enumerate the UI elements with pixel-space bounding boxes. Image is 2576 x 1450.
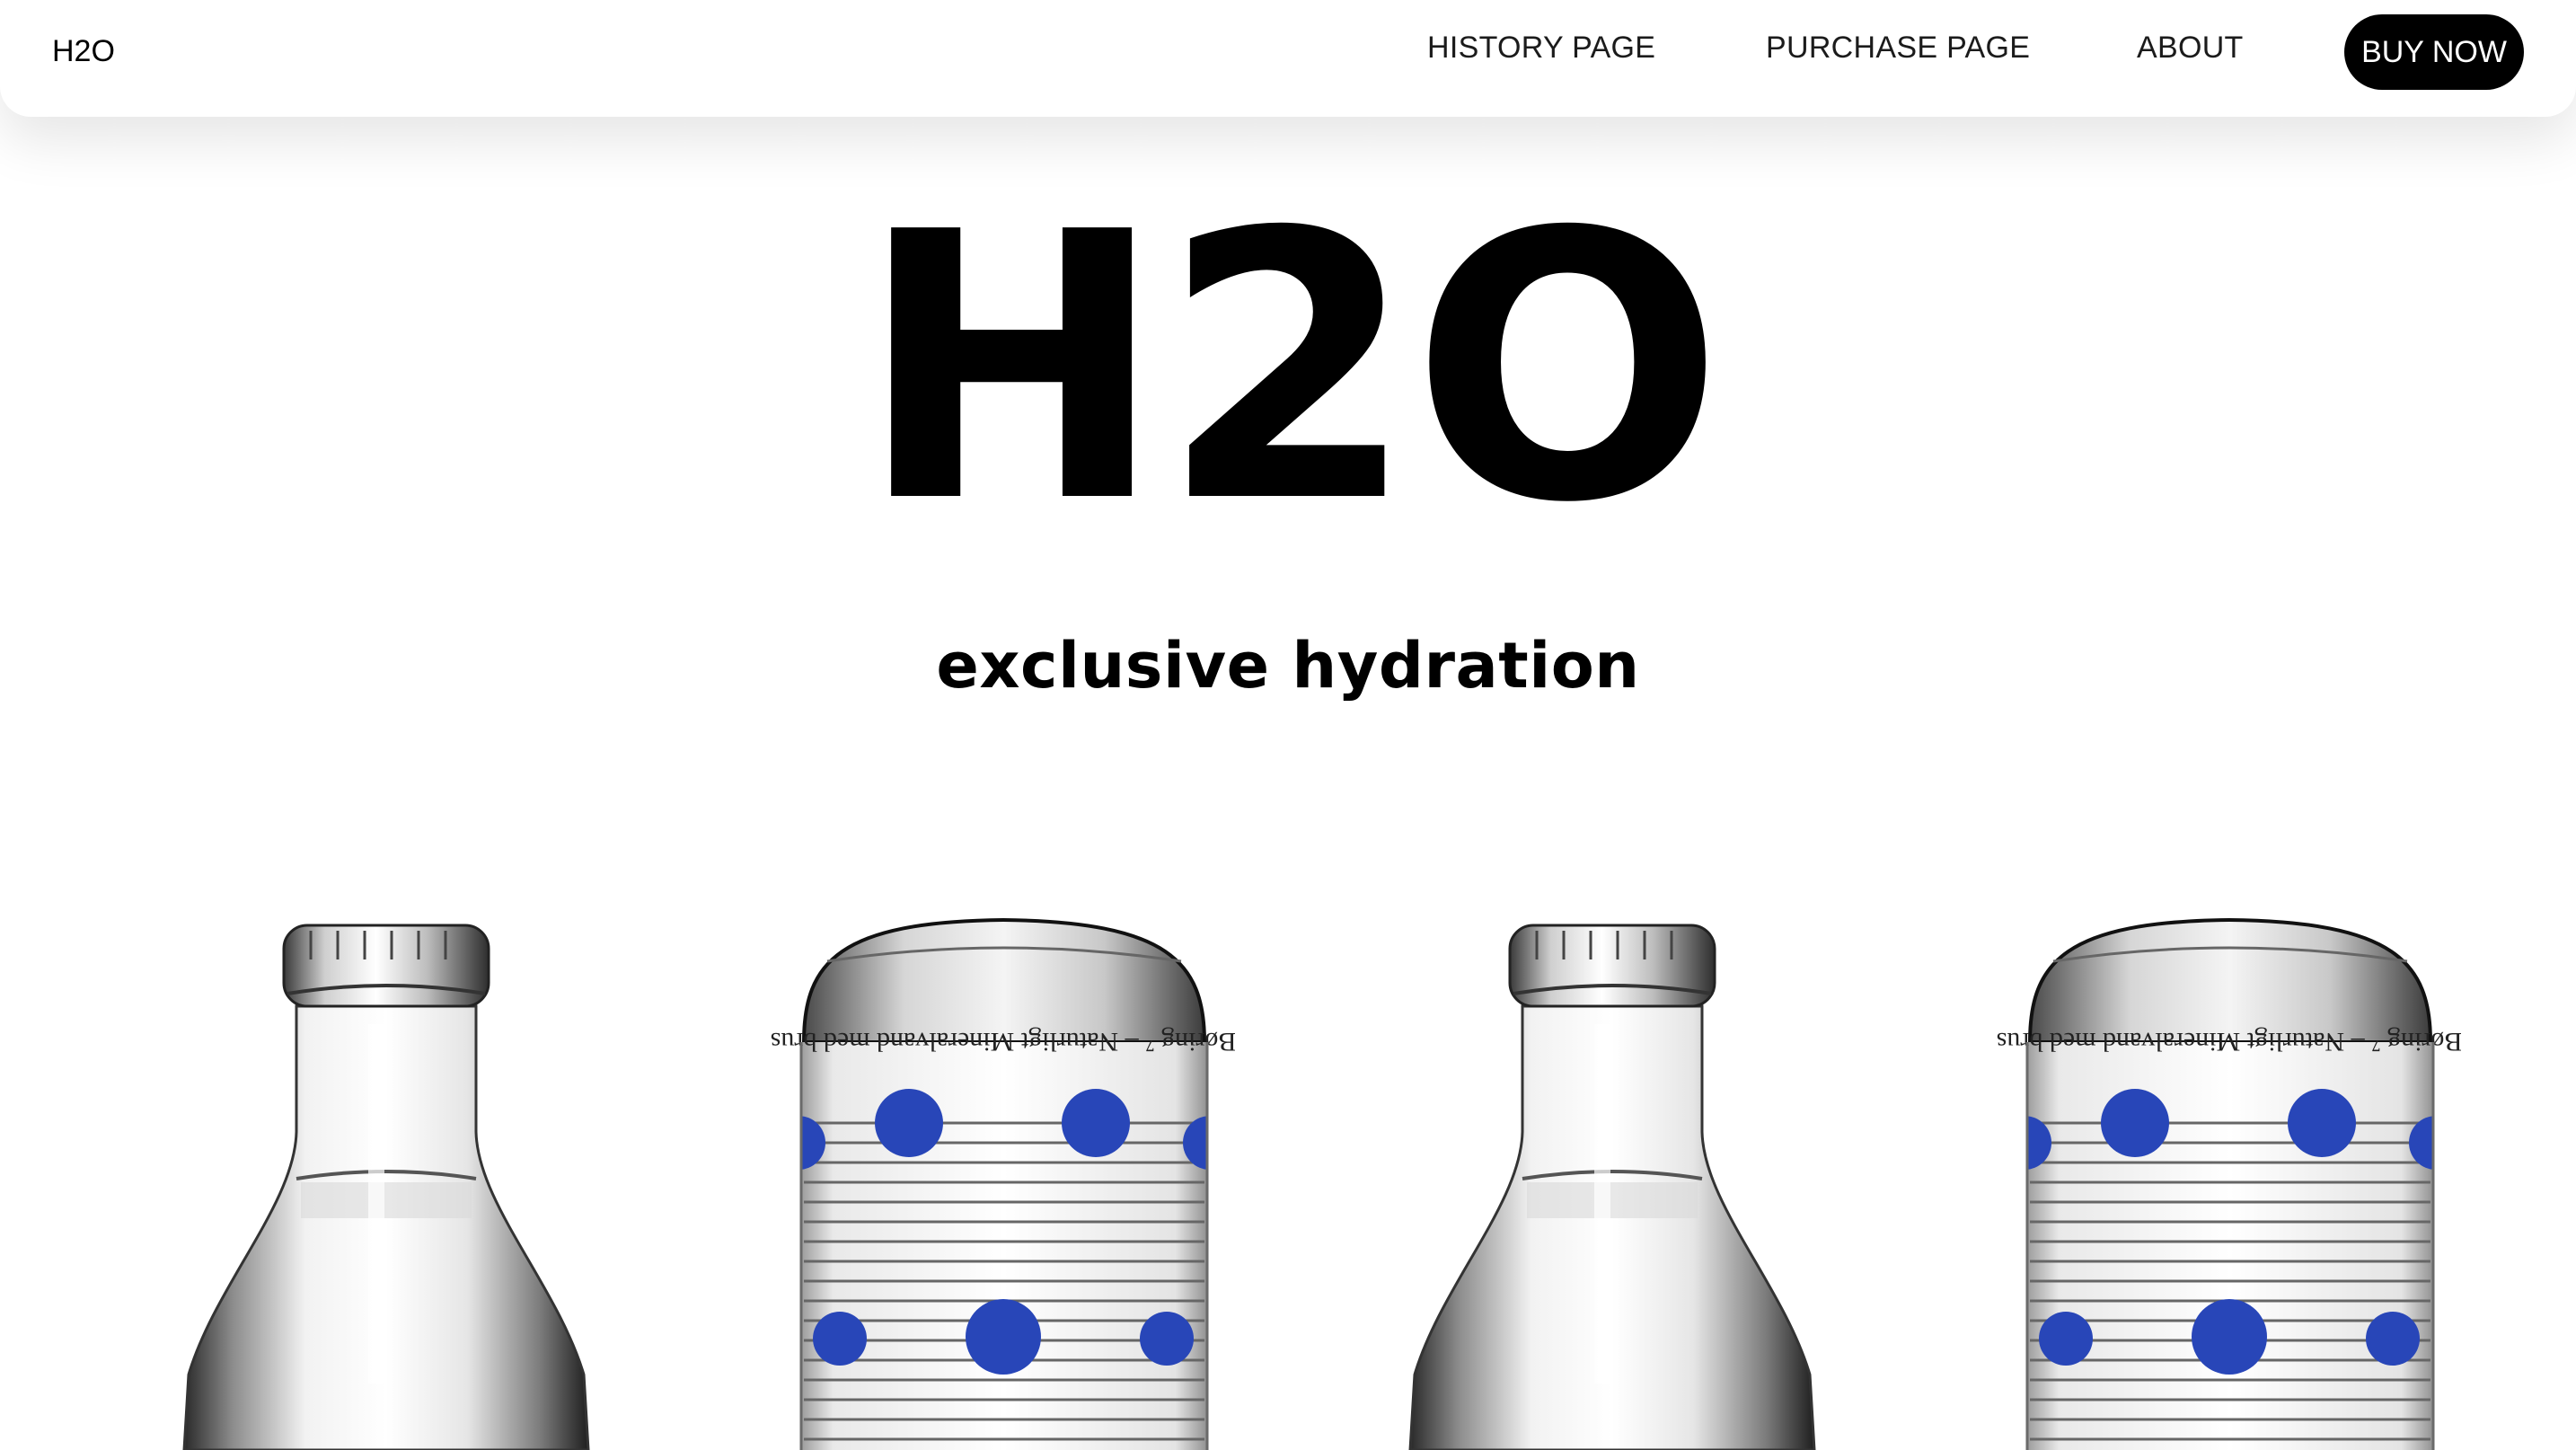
product-glass-bottle[interactable] [1379,907,1846,1450]
brand-logo-link[interactable]: H2O [52,31,115,72]
can-image: Børing ⁷ – Naturligt Mineralvand med bru… [771,917,1235,1450]
nav-link-purchase[interactable]: PURCHASE PAGE [1766,27,2030,68]
product-glass-bottle[interactable] [153,907,620,1450]
nav-link-history[interactable]: HISTORY PAGE [1427,27,1655,68]
product-can[interactable]: Børing ⁷ – Naturligt Mineralvand med bru… [768,907,1235,1450]
can-label-text: Børing ⁷ – Naturligt Mineralvand med bru… [1997,1027,2461,1057]
can-label-text: Børing ⁷ – Naturligt Mineralvand med bru… [771,1027,1235,1057]
product-can[interactable]: Børing ⁷ – Naturligt Mineralvand med bru… [1994,907,2461,1450]
landing-page: H2O HISTORY PAGE PURCHASE PAGE ABOUT BUY… [0,0,2576,1450]
can-image: Børing ⁷ – Naturligt Mineralvand med bru… [1997,917,2461,1450]
nav-link-about[interactable]: ABOUT [2137,27,2244,68]
glass-bottle-image [1408,924,1816,1450]
buy-now-button[interactable]: BUY NOW [2344,14,2524,90]
hero-subtitle: exclusive hydration [936,629,1640,703]
top-navbar: H2O HISTORY PAGE PURCHASE PAGE ABOUT BUY… [0,0,2576,117]
hero-title: H2O [857,154,1725,583]
glass-bottle-image [182,924,590,1450]
